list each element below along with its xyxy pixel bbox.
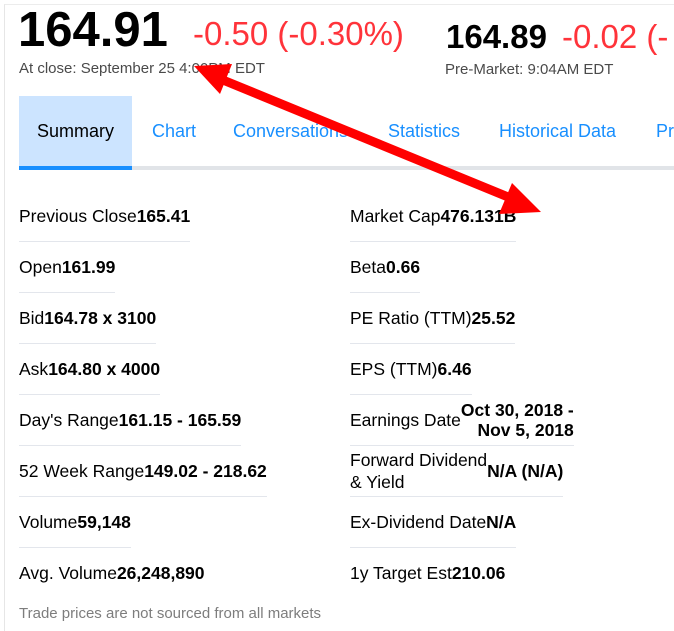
table-row: Forward Dividend & Yield N/A (N/A) xyxy=(350,445,564,497)
row-value: 165.41 xyxy=(136,205,191,226)
tab-statistics[interactable]: Statistics xyxy=(388,96,460,166)
table-row: Bid 164.78 x 3100 xyxy=(19,292,157,344)
table-row: EPS (TTM) 6.46 xyxy=(350,343,472,395)
row-label: Bid xyxy=(19,307,45,328)
table-row: 52 Week Range 149.02 - 218.62 xyxy=(19,445,267,497)
table-row: Volume 59,148 xyxy=(19,496,131,548)
row-label: Forward Dividend & Yield xyxy=(350,449,487,493)
pre-market-price: 164.89 xyxy=(446,18,547,55)
table-row: Day's Range 161.15 - 165.59 xyxy=(19,394,242,446)
table-row: Earnings Date Oct 30, 2018 - Nov 5, 2018 xyxy=(350,394,574,446)
earnings-date-start: Oct 30, 2018 - xyxy=(460,399,574,420)
tab-profile[interactable]: Pr xyxy=(656,96,674,166)
row-label: Ask xyxy=(19,358,49,379)
pre-market-timestamp: Pre-Market: 9:04AM EDT xyxy=(445,61,614,78)
table-row: Ex-Dividend Date N/A xyxy=(350,496,517,548)
row-label: 52 Week Range xyxy=(19,460,145,481)
row-value: 59,148 xyxy=(77,511,131,532)
row-label: Ex-Dividend Date xyxy=(350,511,487,532)
row-label: Beta xyxy=(350,256,386,277)
table-row: Market Cap 476.131B xyxy=(350,190,517,242)
row-label: Previous Close xyxy=(19,205,137,226)
table-row: Avg. Volume 26,248,890 xyxy=(19,547,205,598)
table-row: Open 161.99 xyxy=(19,241,116,293)
close-timestamp: At close: September 25 4:00PM EDT xyxy=(19,60,265,77)
row-value: 476.131B xyxy=(440,205,517,226)
row-value: 161.15 - 165.59 xyxy=(118,409,242,430)
row-value: 161.99 xyxy=(61,256,116,277)
tab-conversations[interactable]: Conversations xyxy=(233,96,348,166)
table-row: Ask 164.80 x 4000 xyxy=(19,343,161,395)
row-value: 0.66 xyxy=(386,256,421,277)
row-value: 210.06 xyxy=(451,562,506,583)
row-label: PE Ratio (TTM) xyxy=(350,307,472,328)
tab-chart[interactable]: Chart xyxy=(152,96,196,166)
row-value: 149.02 - 218.62 xyxy=(144,460,267,481)
row-label-line1: Forward Dividend xyxy=(350,449,488,470)
row-value: 164.80 x 4000 xyxy=(48,358,161,379)
tab-historical-data[interactable]: Historical Data xyxy=(499,96,616,166)
earnings-date-end: Nov 5, 2018 xyxy=(477,419,574,440)
row-value: N/A (N/A) xyxy=(487,460,564,481)
row-label: EPS (TTM) xyxy=(350,358,438,379)
table-row: PE Ratio (TTM) 25.52 xyxy=(350,292,516,344)
row-label: 1y Target Est xyxy=(350,562,452,583)
row-value: N/A xyxy=(486,511,517,532)
pre-market-change: -0.02 (- xyxy=(562,18,669,55)
close-price: 164.91 xyxy=(18,3,168,57)
row-label: Day's Range xyxy=(19,409,119,430)
table-row: Beta 0.66 xyxy=(350,241,421,293)
row-label: Open xyxy=(19,256,62,277)
row-label: Volume xyxy=(19,511,78,532)
row-label-line2: & Yield xyxy=(350,471,405,492)
row-value: 26,248,890 xyxy=(116,562,205,583)
row-label: Earnings Date xyxy=(350,409,461,430)
row-value: 25.52 xyxy=(471,307,516,328)
table-row: 1y Target Est 210.06 xyxy=(350,547,505,598)
table-row: Previous Close 165.41 xyxy=(19,190,191,242)
row-value: 164.78 x 3100 xyxy=(44,307,157,328)
row-value: Oct 30, 2018 - Nov 5, 2018 xyxy=(461,400,574,440)
quote-nav-tabs: Summary Chart Conversations Statistics H… xyxy=(19,96,674,170)
footnote: Trade prices are not sourced from all ma… xyxy=(19,605,322,622)
tab-summary[interactable]: Summary xyxy=(19,96,133,170)
row-value: 6.46 xyxy=(437,358,472,379)
row-label: Avg. Volume xyxy=(19,562,117,583)
row-label: Market Cap xyxy=(350,205,441,226)
close-change: -0.50 (-0.30%) xyxy=(193,15,404,52)
